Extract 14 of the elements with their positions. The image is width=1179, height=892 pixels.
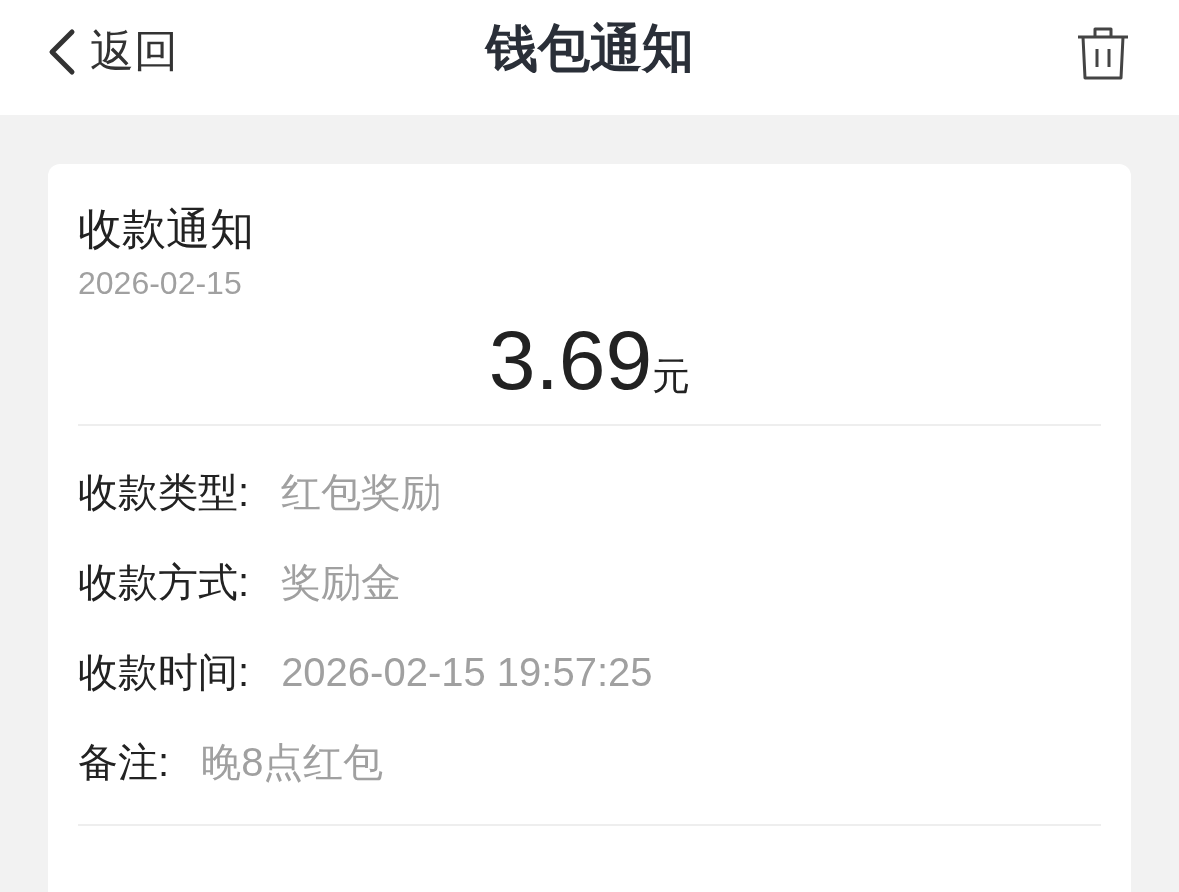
detail-value: 奖励金 bbox=[281, 558, 402, 606]
detail-value: 2026-02-15 19:57:25 bbox=[281, 649, 653, 695]
detail-label: 收款方式: bbox=[78, 558, 250, 606]
detail-label: 收款时间: bbox=[78, 648, 250, 696]
detail-label: 备注: bbox=[78, 738, 170, 786]
notice-title: 收款通知 bbox=[78, 203, 255, 255]
detail-value: 晚8点红包 bbox=[201, 738, 384, 786]
currency-unit: 元 bbox=[652, 355, 691, 397]
detail-value: 红包奖励 bbox=[281, 468, 442, 516]
notice-date: 2026-02-15 bbox=[78, 264, 243, 303]
amount: 3.69 bbox=[488, 313, 653, 407]
back-button[interactable]: 返回 bbox=[46, 22, 178, 81]
detail-label: 收款类型: bbox=[78, 468, 250, 516]
page-title: 钱包通知 bbox=[485, 18, 694, 79]
